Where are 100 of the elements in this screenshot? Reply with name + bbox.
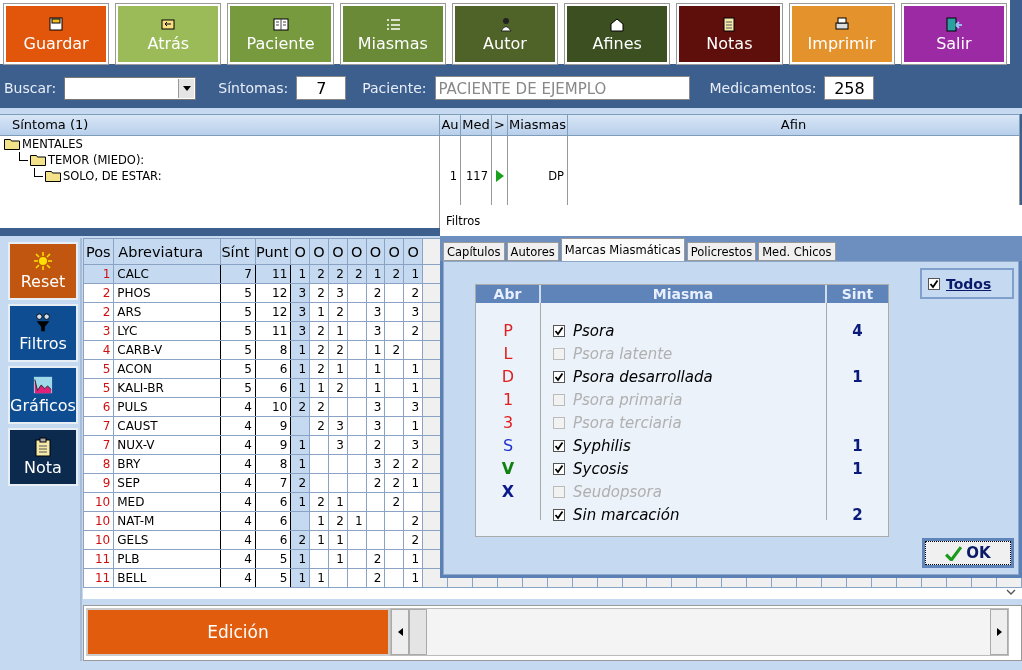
table-cell: 3	[373, 324, 382, 338]
table-cell: CALC	[117, 267, 149, 281]
printer-icon	[832, 15, 851, 32]
miasma-name: Psora terciaria	[573, 413, 682, 432]
toolbar-button[interactable]: Guardar	[4, 4, 109, 64]
table-cell: 7	[102, 419, 111, 433]
checkbox[interactable]	[553, 439, 565, 452]
miasma-name: Psora desarrollada	[573, 367, 713, 386]
folder-icon	[45, 170, 61, 182]
table-cell: 8	[279, 457, 288, 471]
side-button[interactable]: Gráficos	[8, 366, 78, 424]
table-cell: 2	[336, 305, 344, 319]
todos-checkbox[interactable]: Todos	[920, 268, 1014, 299]
table-cell: MED	[117, 495, 145, 509]
table-cell: 2	[317, 286, 325, 300]
table-cell: 2	[298, 400, 307, 414]
table-cell: 1	[411, 476, 420, 490]
tree-item[interactable]: MENTALES	[22, 137, 83, 151]
toolbar-button[interactable]: Notas	[677, 4, 782, 64]
ok-button[interactable]: OK	[925, 541, 1011, 565]
checkbox[interactable]	[553, 508, 565, 521]
checkbox[interactable]	[928, 277, 940, 290]
column-header: Sínt	[220, 238, 256, 265]
table-cell: 1	[298, 571, 307, 585]
checkbox[interactable]	[553, 462, 565, 475]
checkbox[interactable]	[553, 347, 565, 360]
table-cell: 1	[336, 552, 344, 566]
table-cell: 2	[392, 457, 401, 471]
table-cell: 1	[298, 457, 307, 471]
side-button[interactable]: Filtros	[8, 304, 78, 362]
tab[interactable]: Autores	[506, 242, 559, 261]
table-cell: ACON	[117, 362, 153, 376]
checkbox[interactable]	[553, 324, 565, 337]
toolbar-button[interactable]: Autor	[452, 4, 558, 64]
miasma-abbreviation: 1	[502, 390, 514, 409]
medicamentos-label: Medicamentos:	[709, 80, 817, 96]
toolbar-button[interactable]: Miasmas	[340, 4, 445, 64]
column-header: Sint	[840, 285, 875, 303]
table-cell: 3	[411, 305, 420, 319]
tab[interactable]: Policrestos	[686, 242, 757, 261]
toolbar-button[interactable]: Afines	[565, 4, 670, 64]
column-header: Abr	[476, 285, 541, 303]
table-cell: 2	[392, 476, 401, 490]
checkmark-icon	[929, 278, 939, 289]
table-cell: 3	[336, 419, 344, 433]
table-cell: 1	[298, 495, 307, 509]
scroll-down-icon[interactable]	[1006, 589, 1016, 596]
table-cell: 2	[336, 514, 344, 528]
table-cell: 3	[411, 400, 420, 414]
buscar-dropdown[interactable]	[64, 76, 197, 100]
paciente-field[interactable]: PACIENTE DE EJEMPLO	[434, 76, 690, 100]
checkmark-icon	[554, 509, 564, 520]
checkbox[interactable]	[553, 416, 565, 429]
clipboard-icon	[33, 437, 53, 457]
table-cell: 5	[102, 381, 111, 395]
table-cell: 2	[317, 267, 325, 281]
table-cell: 1	[298, 552, 307, 566]
table-cell: 1	[298, 267, 307, 281]
tab[interactable]: Med. Chicos	[758, 242, 836, 261]
tree-item[interactable]: TEMOR (MIEDO):	[48, 153, 145, 167]
door-icon	[944, 15, 963, 32]
table-cell: 2	[317, 419, 325, 433]
tree-item[interactable]: SOLO, DE ESTAR:	[63, 169, 162, 183]
sintomas-field[interactable]: 7	[296, 76, 347, 100]
miasma-name: Sycosis	[573, 459, 629, 478]
table-cell: 5	[244, 381, 252, 395]
tab[interactable]: Capítulos	[443, 242, 505, 261]
column-header: Afin	[568, 115, 1020, 135]
chart-icon	[33, 375, 53, 395]
scroll-right-icon[interactable]	[996, 628, 1002, 637]
edicion-button[interactable]: Edición	[86, 608, 390, 656]
checkbox[interactable]	[553, 393, 565, 406]
table-cell: 12	[272, 305, 288, 319]
table-cell: 1	[317, 514, 325, 528]
table-cell: 5	[244, 343, 252, 357]
table-cell: 8	[279, 343, 288, 357]
checkmark-icon	[554, 440, 564, 451]
table-cell: PULS	[117, 400, 148, 414]
table-cell: 3	[373, 305, 382, 319]
checkbox[interactable]	[553, 485, 565, 498]
horizontal-scrollbar[interactable]	[390, 608, 1009, 656]
checkbox[interactable]	[553, 370, 565, 383]
table-cell: 3	[336, 286, 344, 300]
table-cell: 7	[102, 438, 111, 452]
side-button[interactable]: Reset	[8, 242, 78, 300]
book-icon	[271, 15, 290, 32]
table-cell: 11	[272, 267, 288, 281]
play-icon[interactable]	[495, 170, 504, 182]
toolbar-button[interactable]: Salir	[901, 4, 1006, 64]
table-cell: ARS	[117, 305, 142, 319]
miasma-name: Psora	[573, 321, 615, 340]
table-cell: 1	[852, 367, 863, 386]
tab[interactable]: Marcas Miasmáticas	[560, 238, 685, 261]
side-button[interactable]: Nota	[8, 428, 78, 486]
medicamentos-field[interactable]: 258	[824, 76, 875, 100]
scroll-thumb[interactable]	[409, 609, 427, 655]
table-cell: BELL	[117, 571, 147, 585]
scroll-left-icon[interactable]	[397, 628, 403, 637]
column-header: Med	[461, 115, 492, 135]
table-cell: 1	[411, 381, 420, 395]
